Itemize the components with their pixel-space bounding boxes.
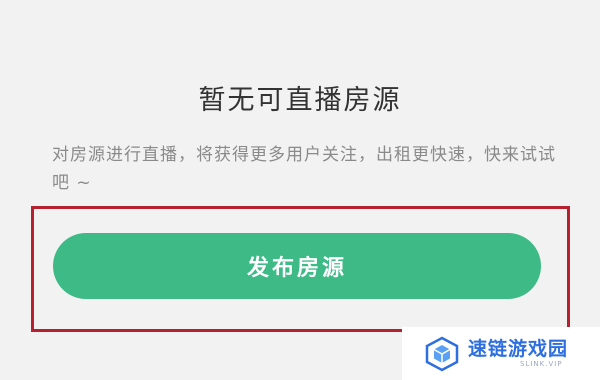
publish-listing-button[interactable]: 发布房源 (53, 233, 541, 299)
empty-state-description: 对房源进行直播，将获得更多用户关注，出租更快速，快来试试吧 ~ (52, 145, 556, 193)
watermark-logo-area: 速链游戏园 SLINK.VIP (402, 327, 600, 380)
watermark-name: 速链游戏园 (468, 338, 569, 360)
empty-state-title: 暂无可直播房源 (198, 85, 402, 116)
watermark-domain: SLINK.VIP (520, 360, 563, 368)
cube-logo-icon (425, 336, 459, 371)
app-screen: 暂无可直播房源 对房源进行直播，将获得更多用户关注，出租更快速，快来试试吧 ~ … (0, 0, 600, 380)
